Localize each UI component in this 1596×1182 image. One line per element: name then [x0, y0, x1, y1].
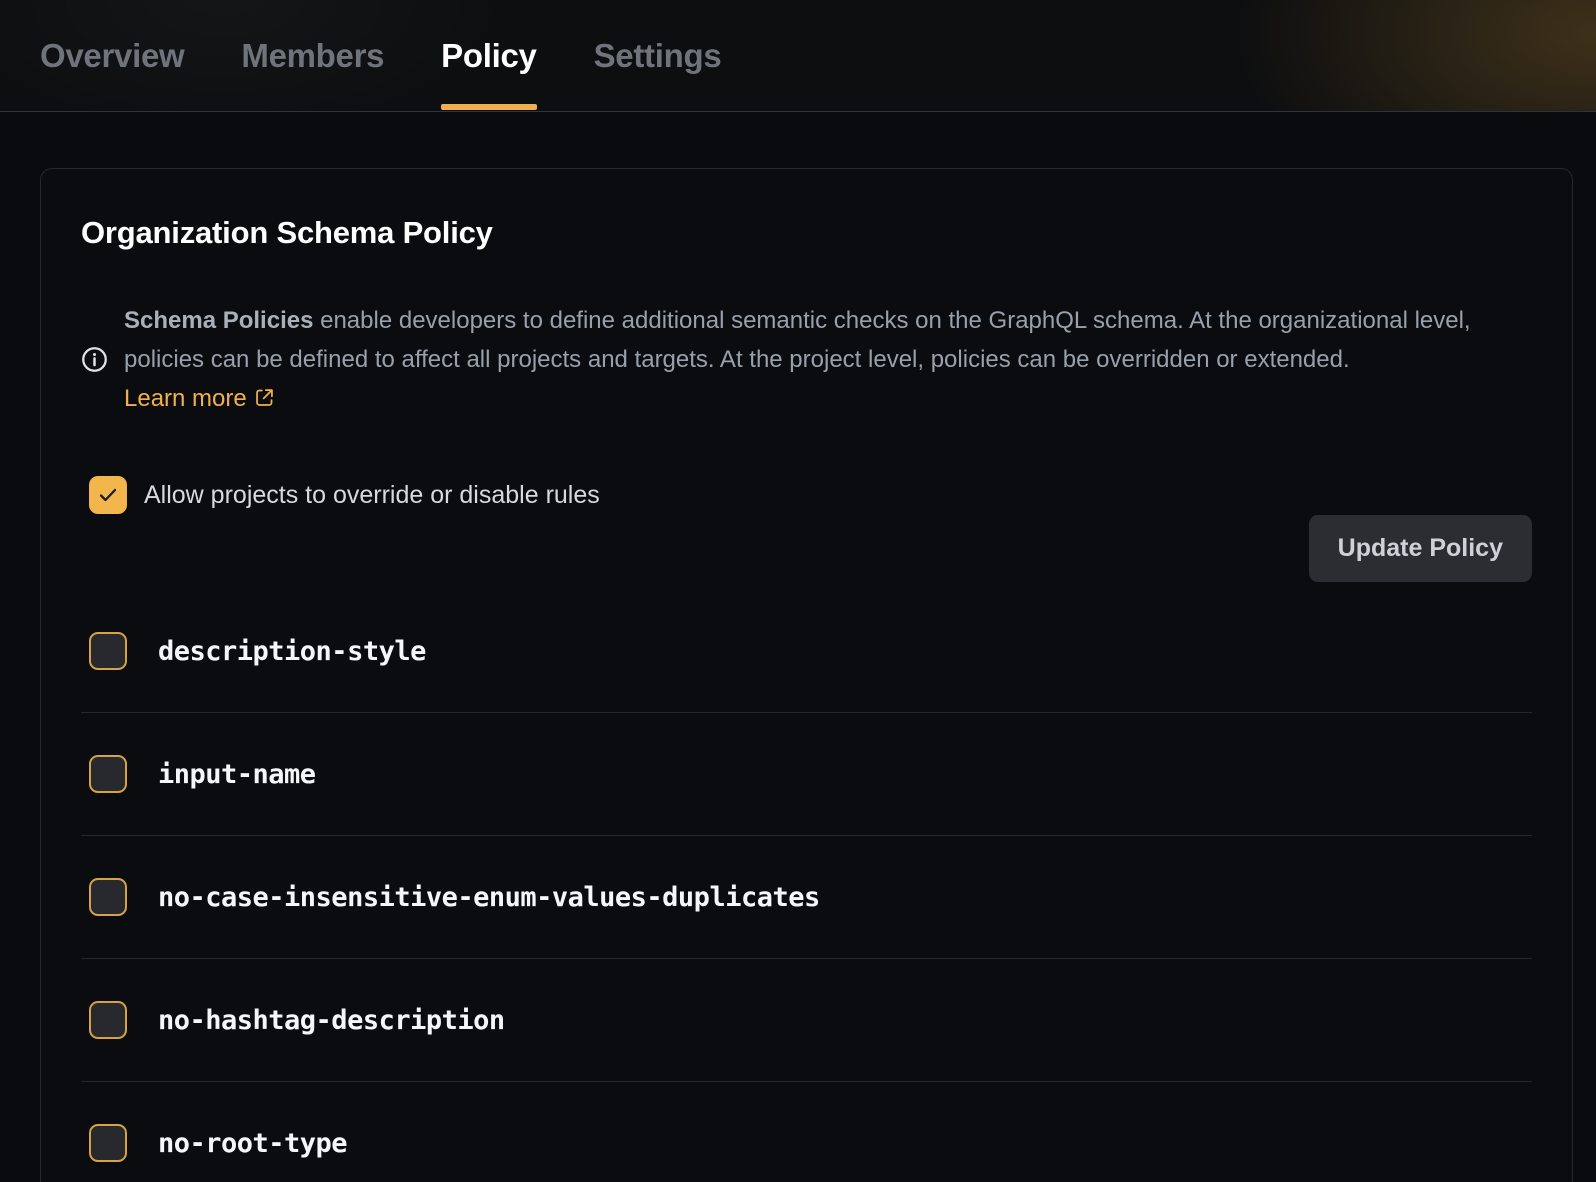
- tab-policy[interactable]: Policy: [441, 0, 536, 111]
- external-link-icon: [254, 387, 275, 408]
- rule-name: no-root-type: [158, 1128, 347, 1159]
- actions-row: Update Policy: [81, 515, 1532, 582]
- allow-override-label: Allow projects to override or disable ru…: [144, 481, 600, 510]
- tab-overview-label: Overview: [40, 37, 184, 75]
- check-icon: [96, 483, 120, 507]
- rule-name: description-style: [158, 636, 426, 667]
- description-body: enable developers to define additional s…: [124, 307, 1471, 373]
- rule-row-no-hashtag-description: no-hashtag-description: [81, 959, 1532, 1082]
- rule-row-description-style: description-style: [81, 590, 1532, 713]
- info-icon: [81, 346, 108, 373]
- learn-more-link[interactable]: Learn more: [124, 385, 275, 412]
- page-body: Organization Schema Policy Schema Polici…: [0, 112, 1596, 1182]
- rule-checkbox-no-hashtag-description[interactable]: [89, 1001, 127, 1039]
- rule-checkbox-description-style[interactable]: [89, 632, 127, 670]
- rule-name: no-hashtag-description: [158, 1005, 505, 1036]
- policy-card: Organization Schema Policy Schema Polici…: [40, 168, 1573, 1182]
- tab-settings[interactable]: Settings: [594, 0, 722, 111]
- rule-checkbox-no-root-type[interactable]: [89, 1124, 127, 1162]
- rule-checkbox-no-case-insensitive-enum-values-duplicates[interactable]: [89, 878, 127, 916]
- rule-row-no-case-insensitive-enum-values-duplicates: no-case-insensitive-enum-values-duplicat…: [81, 836, 1532, 959]
- page-title: Organization Schema Policy: [81, 215, 1532, 251]
- policy-description-text: Schema Policies enable developers to def…: [124, 301, 1496, 418]
- rules-list: description-style input-name no-case-ins…: [81, 590, 1532, 1182]
- rule-checkbox-input-name[interactable]: [89, 755, 127, 793]
- tab-settings-label: Settings: [594, 37, 722, 75]
- rule-row-input-name: input-name: [81, 713, 1532, 836]
- tab-members[interactable]: Members: [241, 0, 384, 111]
- rule-row-no-root-type: no-root-type: [81, 1082, 1532, 1182]
- rule-name: no-case-insensitive-enum-values-duplicat…: [158, 882, 820, 913]
- active-tab-indicator: [441, 104, 536, 110]
- tab-policy-label: Policy: [441, 37, 536, 75]
- rule-name: input-name: [158, 759, 316, 790]
- update-policy-button[interactable]: Update Policy: [1309, 515, 1532, 582]
- allow-override-checkbox[interactable]: [89, 476, 127, 514]
- tab-bar: Overview Members Policy Settings: [0, 0, 1596, 112]
- allow-override-row: Allow projects to override or disable ru…: [89, 476, 1532, 514]
- tab-members-label: Members: [241, 37, 384, 75]
- policy-description: Schema Policies enable developers to def…: [81, 277, 1532, 442]
- description-lead: Schema Policies: [124, 307, 313, 334]
- learn-more-label: Learn more: [124, 385, 247, 412]
- tab-overview[interactable]: Overview: [40, 0, 184, 111]
